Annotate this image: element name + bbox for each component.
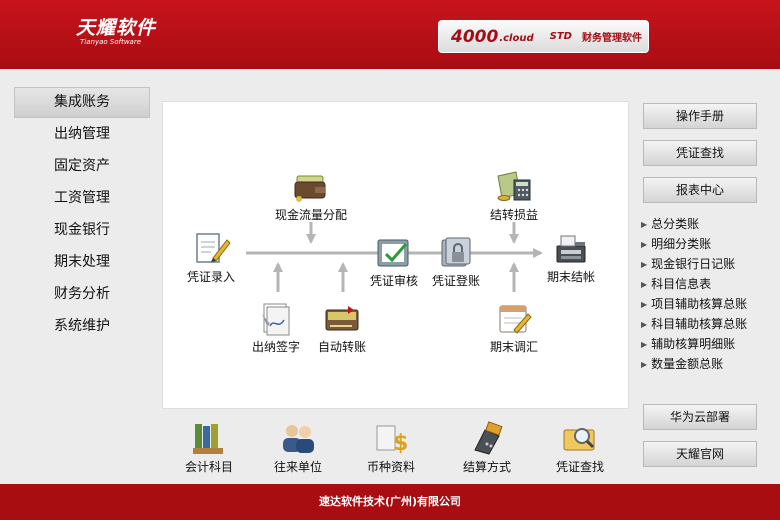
report-link[interactable]: ▶ 现金银行日记账 <box>641 254 771 274</box>
voucher-audit-label: 凭证审核 <box>369 274 418 288</box>
tool-accounts-label: 会计科目 <box>184 460 233 474</box>
cash-register-icon <box>556 235 586 263</box>
nav-item-cashier[interactable]: 出纳管理 <box>14 118 150 150</box>
auto-transfer-label: 自动转账 <box>317 340 366 354</box>
signature-icon <box>262 303 290 336</box>
product-name: 财务管理软件 <box>581 33 642 44</box>
report-link-label: 科目信息表 <box>651 277 712 291</box>
tool-settlement[interactable]: 结算方式 <box>445 420 529 475</box>
app-header: 天耀软件 Tianyao Software 4000 .cloud STD 财务… <box>0 0 780 69</box>
arrow-right-icon: ▶ <box>641 340 648 349</box>
report-link-label: 项目辅助核算总账 <box>651 297 748 311</box>
product-number: 4000 <box>451 26 499 47</box>
arrow-right-icon: ▶ <box>641 240 648 249</box>
tool-voucher-search[interactable]: 凭证查找 <box>538 420 622 475</box>
voucher-entry-node[interactable]: 凭证录入 <box>169 230 253 285</box>
transfer-pl-label: 结转损益 <box>489 208 538 222</box>
report-link[interactable]: ▶ 辅助核算明细账 <box>641 334 771 354</box>
voucher-search-button[interactable]: 凭证查找 <box>643 140 757 166</box>
period-close-node[interactable]: 期末结帐 <box>529 230 613 285</box>
cashier-sign-label: 出纳签字 <box>251 340 300 354</box>
ledger-binders-icon <box>193 424 223 454</box>
nav-item-cash-bank[interactable]: 现金银行 <box>14 214 150 246</box>
voucher-entry-label: 凭证录入 <box>186 270 235 284</box>
nav-item-maintenance[interactable]: 系统维护 <box>14 310 150 342</box>
calendar-pencil-icon <box>499 305 532 334</box>
currency-icon: $ <box>376 425 408 456</box>
nav-item-analysis[interactable]: 财务分析 <box>14 278 150 310</box>
tool-accounts[interactable]: 会计科目 <box>167 420 251 475</box>
svg-text:$: $ <box>393 431 408 456</box>
report-links: ▶ 总分类账 ▶ 明细分类账 ▶ 现金银行日记账 ▶ 科目信息表 ▶ 项目辅助核算总账 ▶… <box>641 214 771 374</box>
arrow-right-icon: ▶ <box>641 280 648 289</box>
voucher-post-label: 凭证登账 <box>431 274 480 288</box>
nav-item-ledger[interactable]: 集成账务 <box>14 87 150 118</box>
wallet-icon <box>294 175 326 202</box>
arrow-right-icon: ▶ <box>641 260 648 269</box>
workflow-panel: 凭证录入 现金流量分配 结转损益 凭证审核 凭证登账 期末结帐 出纳签字 自动转… <box>162 101 629 409</box>
period-adjust-label: 期末调汇 <box>489 340 538 354</box>
logo-chinese: 天耀软件 <box>76 17 157 39</box>
arrow-right-icon: ▶ <box>641 360 648 369</box>
report-link-label: 科目辅助核算总账 <box>651 317 748 331</box>
product-edition: STD <box>549 31 572 42</box>
huawei-cloud-button[interactable]: 华为云部署 <box>643 404 757 430</box>
report-link[interactable]: ▶ 数量金额总账 <box>641 354 771 374</box>
report-link[interactable]: ▶ 明细分类账 <box>641 234 771 254</box>
tool-currency-label: 币种资料 <box>366 460 415 474</box>
nav-item-period-end[interactable]: 期末处理 <box>14 246 150 278</box>
left-nav: 集成账务 出纳管理 固定资产 工资管理 现金银行 期末处理 财务分析 系统维护 <box>14 87 150 342</box>
report-link[interactable]: ▶ 总分类账 <box>641 214 771 234</box>
tool-voucher-search-label: 凭证查找 <box>555 460 604 474</box>
brand-logo: 天耀软件 Tianyao Software <box>76 18 156 46</box>
tool-partners[interactable]: 往来单位 <box>256 420 340 475</box>
report-link[interactable]: ▶ 科目信息表 <box>641 274 771 294</box>
transfer-pl-node[interactable]: 结转损益 <box>472 168 556 223</box>
official-site-button[interactable]: 天耀官网 <box>643 441 757 467</box>
nav-item-payroll[interactable]: 工资管理 <box>14 182 150 214</box>
report-center-button[interactable]: 报表中心 <box>643 177 757 203</box>
arrow-right-icon: ▶ <box>641 320 648 329</box>
folder-check-icon <box>377 239 409 267</box>
report-link-label: 明细分类账 <box>651 237 712 251</box>
voucher-post-node[interactable]: 凭证登账 <box>414 234 498 289</box>
money-calculator-icon <box>497 171 531 201</box>
people-icon <box>283 425 314 453</box>
money-transfer-icon <box>325 306 359 331</box>
report-link-label: 现金银行日记账 <box>651 257 736 271</box>
period-adjust-node[interactable]: 期末调汇 <box>472 300 556 355</box>
logo-english: Tianyao Software <box>80 38 142 46</box>
cash-flow-label: 现金流量分配 <box>274 208 347 222</box>
manual-button[interactable]: 操作手册 <box>643 103 757 129</box>
report-link[interactable]: ▶ 项目辅助核算总账 <box>641 294 771 314</box>
arrow-right-icon: ▶ <box>641 220 648 229</box>
product-cloud: .cloud <box>499 33 534 44</box>
cash-flow-node[interactable]: 现金流量分配 <box>269 168 353 223</box>
auto-transfer-node[interactable]: 自动转账 <box>300 300 384 355</box>
lock-folder-icon <box>441 237 471 267</box>
report-link-label: 辅助核算明细账 <box>651 337 736 351</box>
report-link[interactable]: ▶ 科目辅助核算总账 <box>641 314 771 334</box>
card-terminal-icon <box>474 421 503 455</box>
voucher-pencil-icon <box>196 233 231 263</box>
nav-item-fixed-assets[interactable]: 固定资产 <box>14 150 150 182</box>
product-badge: 4000 .cloud STD 财务管理软件 <box>438 20 649 53</box>
bottom-toolbar: 会计科目 往来单位 $ 币种资料 结算方式 凭证查找 <box>162 412 629 482</box>
footer: 速达软件技术(广州)有限公司 <box>0 484 780 520</box>
report-link-label: 数量金额总账 <box>651 357 724 371</box>
company-name: 速达软件技术(广州)有限公司 <box>318 495 462 508</box>
search-folder-icon <box>563 428 595 451</box>
report-link-label: 总分类账 <box>651 217 700 231</box>
tool-settlement-label: 结算方式 <box>462 460 511 474</box>
tool-currency[interactable]: $ 币种资料 <box>349 420 433 475</box>
tool-partners-label: 往来单位 <box>273 460 322 474</box>
period-close-label: 期末结帐 <box>546 270 595 284</box>
arrow-right-icon: ▶ <box>641 300 648 309</box>
